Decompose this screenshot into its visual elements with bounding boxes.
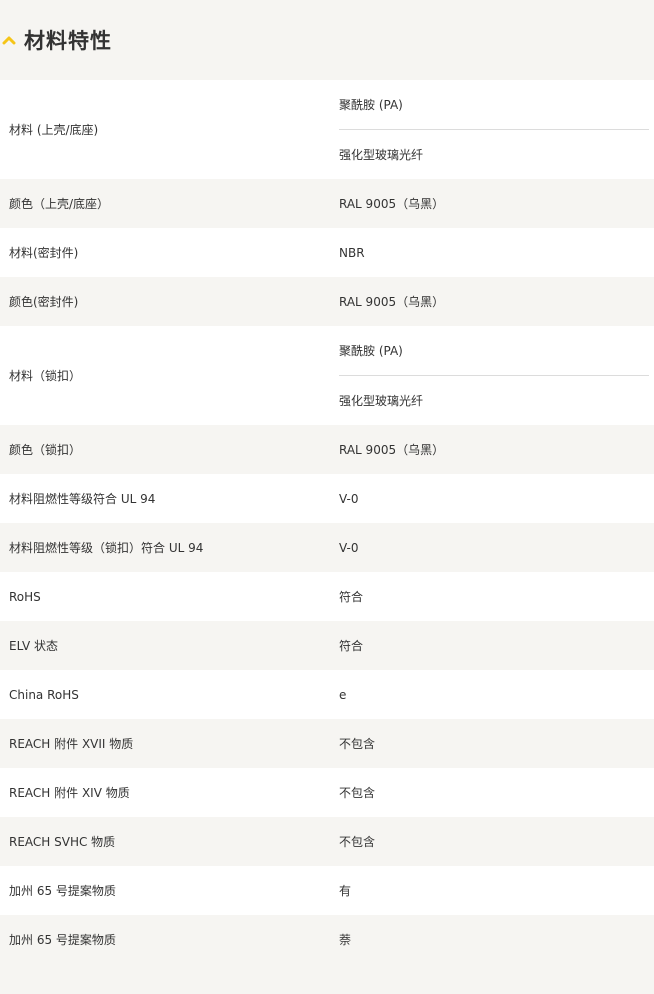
row-value: NBR bbox=[339, 245, 365, 260]
spec-table: 材料 (上壳/底座) 聚酰胺 (PA) 强化型玻璃光纤 颜色（上壳/底座） RAL 90… bbox=[0, 80, 654, 964]
chevron-up-icon[interactable] bbox=[0, 31, 18, 49]
section-title: 材料特性 bbox=[24, 29, 112, 53]
row-label: 材料阻燃性等级符合 UL 94 bbox=[9, 492, 156, 506]
row-label: China RoHS bbox=[9, 687, 79, 702]
row-label: REACH SVHC 物质 bbox=[9, 835, 116, 849]
row-value: 不包含 bbox=[339, 835, 376, 849]
table-row: 颜色（上壳/底座） RAL 9005（乌黑） bbox=[0, 179, 654, 228]
row-value: 符合 bbox=[339, 590, 364, 604]
table-row: China RoHS e bbox=[0, 670, 654, 719]
row-label: 颜色（上壳/底座） bbox=[9, 197, 110, 211]
row-value: 萘 bbox=[339, 933, 352, 947]
row-value: 有 bbox=[339, 884, 352, 898]
row-label: REACH 附件 XIV 物质 bbox=[9, 786, 130, 800]
table-row: RoHS 符合 bbox=[0, 572, 654, 621]
row-value: 不包含 bbox=[339, 786, 376, 800]
table-row: 材料阻燃性等级（锁扣）符合 UL 94 V-0 bbox=[0, 523, 654, 572]
row-label: RoHS bbox=[9, 589, 41, 604]
table-row: REACH SVHC 物质 不包含 bbox=[0, 817, 654, 866]
table-row: 材料 (上壳/底座) 聚酰胺 (PA) 强化型玻璃光纤 bbox=[0, 80, 654, 179]
row-label: 加州 65 号提案物质 bbox=[9, 933, 116, 947]
row-value: e bbox=[339, 687, 347, 702]
row-value: 不包含 bbox=[339, 737, 376, 751]
table-row: 加州 65 号提案物质 萘 bbox=[0, 915, 654, 964]
row-label: 加州 65 号提案物质 bbox=[9, 884, 116, 898]
row-value: 聚酰胺 (PA) 强化型玻璃光纤 bbox=[330, 80, 654, 179]
section-header[interactable]: 材料特性 bbox=[0, 0, 654, 80]
table-row: REACH 附件 XIV 物质 不包含 bbox=[0, 768, 654, 817]
row-label: 材料 (上壳/底座) bbox=[9, 123, 99, 137]
table-row: REACH 附件 XVII 物质 不包含 bbox=[0, 719, 654, 768]
row-value-item: 强化型玻璃光纤 bbox=[339, 129, 649, 179]
row-value: V-0 bbox=[339, 540, 359, 555]
row-value-item: 聚酰胺 (PA) bbox=[339, 344, 403, 358]
row-label: REACH 附件 XVII 物质 bbox=[9, 737, 134, 751]
row-value: RAL 9005（乌黑） bbox=[339, 443, 445, 457]
row-label: 材料(密封件) bbox=[9, 246, 79, 260]
row-value-item: 强化型玻璃光纤 bbox=[339, 375, 649, 425]
table-row: 加州 65 号提案物质 有 bbox=[0, 866, 654, 915]
table-row: ELV 状态 符合 bbox=[0, 621, 654, 670]
row-label: 材料（锁扣） bbox=[9, 369, 82, 383]
row-value: 符合 bbox=[339, 639, 364, 653]
row-value: V-0 bbox=[339, 491, 359, 506]
row-value-item: 聚酰胺 (PA) bbox=[339, 98, 403, 112]
row-label: ELV 状态 bbox=[9, 639, 58, 653]
table-row: 颜色（锁扣） RAL 9005（乌黑） bbox=[0, 425, 654, 474]
row-value: RAL 9005（乌黑） bbox=[339, 197, 445, 211]
table-row: 材料(密封件) NBR bbox=[0, 228, 654, 277]
row-label: 颜色（锁扣） bbox=[9, 443, 82, 457]
row-value: 聚酰胺 (PA) 强化型玻璃光纤 bbox=[330, 326, 654, 425]
table-row: 材料阻燃性等级符合 UL 94 V-0 bbox=[0, 474, 654, 523]
row-value: RAL 9005（乌黑） bbox=[339, 295, 445, 309]
row-label: 颜色(密封件) bbox=[9, 295, 79, 309]
table-row: 材料（锁扣） 聚酰胺 (PA) 强化型玻璃光纤 bbox=[0, 326, 654, 425]
footer-space bbox=[0, 964, 654, 994]
row-label: 材料阻燃性等级（锁扣）符合 UL 94 bbox=[9, 541, 204, 555]
table-row: 颜色(密封件) RAL 9005（乌黑） bbox=[0, 277, 654, 326]
